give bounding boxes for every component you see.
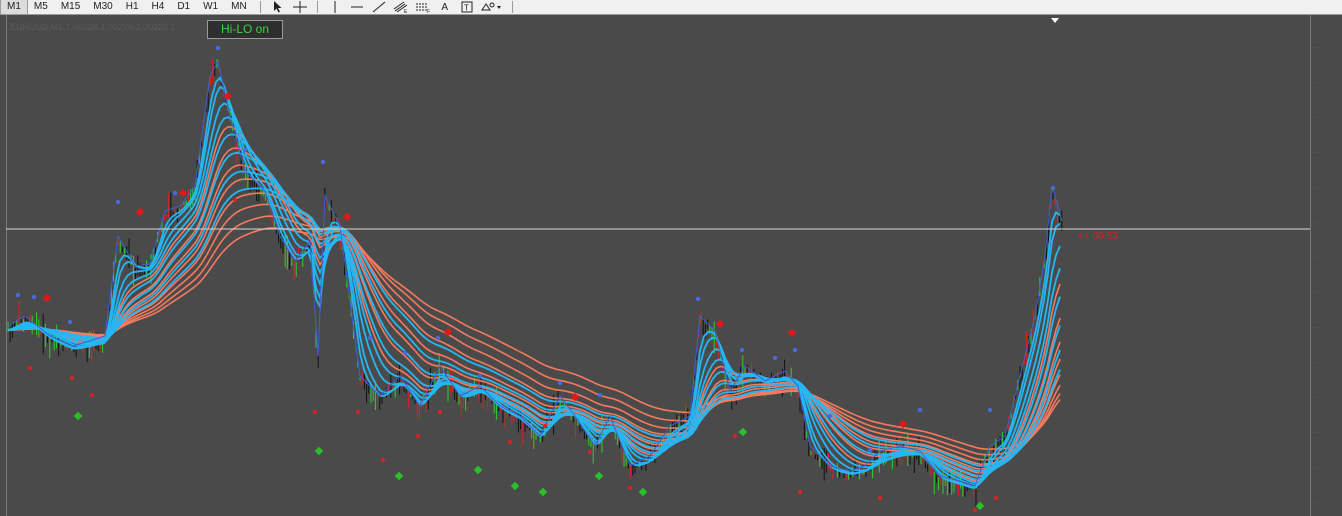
red-diamond [443, 327, 453, 337]
green-diamond [975, 501, 985, 511]
low-dot [233, 198, 237, 202]
symbol-info: EURUSD,M1 1.00228 1.00229 1.00228 1 [10, 22, 176, 32]
red-diamond [42, 293, 52, 303]
low-dot [90, 393, 94, 397]
high-dot [739, 347, 745, 353]
high-dot [987, 407, 993, 413]
green-diamond [538, 487, 548, 497]
green-diamond [473, 465, 483, 475]
red-diamond [715, 319, 725, 329]
high-dot [402, 350, 408, 356]
low-dot [381, 458, 385, 462]
low-dot [70, 376, 74, 380]
high-dot [242, 147, 248, 153]
low-dot [28, 366, 32, 370]
low-dot [356, 410, 360, 414]
low-dot [733, 434, 737, 438]
high-dot [917, 407, 923, 413]
slow-ma-line [7, 215, 1061, 456]
price-chart [6, 45, 1310, 512]
low-dot [438, 410, 442, 414]
red-diamond [135, 207, 145, 217]
green-diamond [394, 471, 404, 481]
red-diamond [178, 188, 188, 198]
high-dot [827, 413, 833, 419]
high-dot [172, 190, 178, 196]
high-dot [367, 335, 373, 341]
high-dot [557, 380, 563, 386]
low-dot [628, 486, 632, 490]
high-dot [867, 447, 873, 453]
candles [7, 59, 1063, 507]
green-diamond [594, 471, 604, 481]
high-dot [792, 347, 798, 353]
green-diamond [314, 446, 324, 456]
low-dot [973, 508, 977, 512]
low-dot [313, 410, 317, 414]
red-diamond [787, 328, 797, 338]
high-dot [772, 355, 778, 361]
high-dot [1050, 185, 1056, 191]
green-diamond [73, 411, 83, 421]
high-dot [15, 292, 21, 298]
low-dot [416, 434, 420, 438]
chart-shift-marker[interactable] [1051, 18, 1059, 23]
high-dot [320, 159, 326, 165]
hilo-toggle-button[interactable]: Hi-LO on [207, 20, 283, 39]
low-dot [994, 496, 998, 500]
low-dot [878, 496, 882, 500]
high-dot [597, 392, 603, 398]
green-diamond [510, 481, 520, 491]
high-dot [695, 296, 701, 302]
low-dot [543, 424, 547, 428]
high-dot [67, 319, 73, 325]
green-diamond [638, 487, 648, 497]
high-dot [31, 294, 37, 300]
red-diamond [342, 212, 352, 222]
high-dot [435, 335, 441, 341]
high-dot [115, 199, 121, 205]
candle-countdown: << 00:53 [1078, 231, 1118, 242]
low-dot [508, 440, 512, 444]
low-dot [798, 490, 802, 494]
high-dot [477, 373, 483, 379]
green-diamond [738, 427, 748, 437]
low-dot [588, 450, 592, 454]
high-dot [215, 45, 221, 51]
